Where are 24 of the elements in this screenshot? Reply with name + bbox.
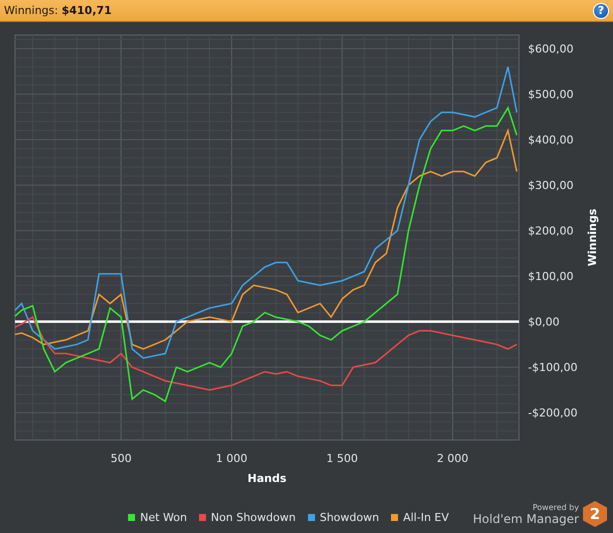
legend-label: Showdown <box>320 511 380 524</box>
winnings-title: Winnings: $410,71 <box>4 4 112 17</box>
powered-by-text: Powered by <box>532 502 579 512</box>
y-tick-label: $400,00 <box>528 134 574 147</box>
y-tick-label: -$100,00 <box>528 361 578 374</box>
y-tick-label: $500,00 <box>528 88 574 102</box>
version-logo: 2 <box>583 501 607 527</box>
y-tick-label: $300,00 <box>528 179 574 192</box>
legend-label: Non Showdown <box>210 511 296 524</box>
x-tick-label: 2 000 <box>436 452 468 465</box>
y-tick-label: $100,00 <box>528 270 574 284</box>
product-name: Hold'em Manager <box>472 512 579 526</box>
y-axis-title: Winnings <box>586 208 599 266</box>
legend-label: All-In EV <box>403 511 449 524</box>
y-tick-label: -$200,00 <box>528 406 578 420</box>
x-tick-label: 1 500 <box>326 452 358 465</box>
help-button[interactable]: ? <box>593 2 609 18</box>
y-tick-label: $0,00 <box>528 316 560 329</box>
x-tick-label: 1 000 <box>216 452 248 465</box>
x-tick-label: 500 <box>110 452 132 465</box>
y-tick-label: $200,00 <box>528 224 574 238</box>
legend-label: Net Won <box>140 511 187 524</box>
y-tick-label: $600,00 <box>528 42 574 56</box>
x-axis-title: Hands <box>248 472 286 485</box>
